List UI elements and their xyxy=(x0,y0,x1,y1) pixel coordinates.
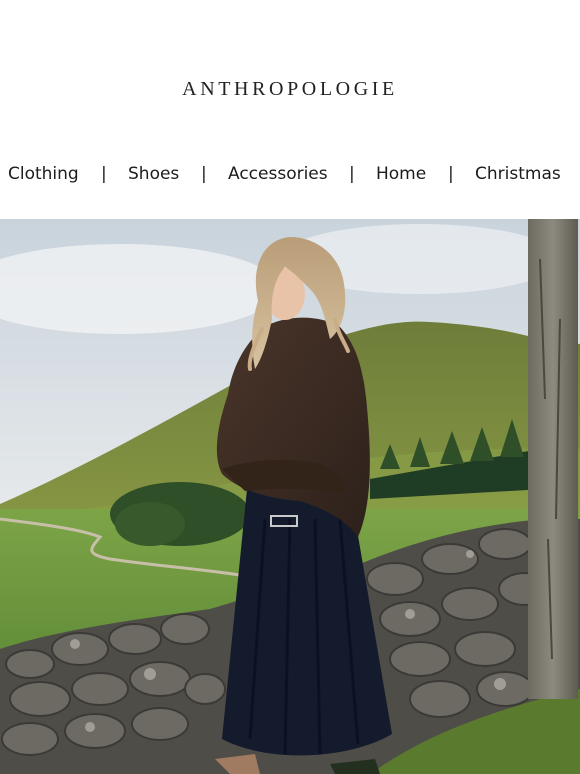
nav-item-home[interactable]: Home xyxy=(376,164,426,184)
brand-logo[interactable]: ANTHROPOLOGIE xyxy=(0,78,580,101)
nav-item-shoes[interactable]: Shoes xyxy=(128,164,179,184)
main-nav: Clothing | Shoes | Accessories | Home | … xyxy=(0,160,580,190)
nav-separator: | xyxy=(201,164,207,184)
nav-item-clothing[interactable]: Clothing xyxy=(8,164,79,184)
fence-post xyxy=(528,219,578,699)
nav-separator: | xyxy=(448,164,454,184)
nav-item-christmas[interactable]: Christmas xyxy=(475,164,561,184)
nav-item-accessories[interactable]: Accessories xyxy=(228,164,328,184)
nav-separator: | xyxy=(349,164,355,184)
nav-separator: | xyxy=(101,164,107,184)
hero-image[interactable] xyxy=(0,219,580,774)
